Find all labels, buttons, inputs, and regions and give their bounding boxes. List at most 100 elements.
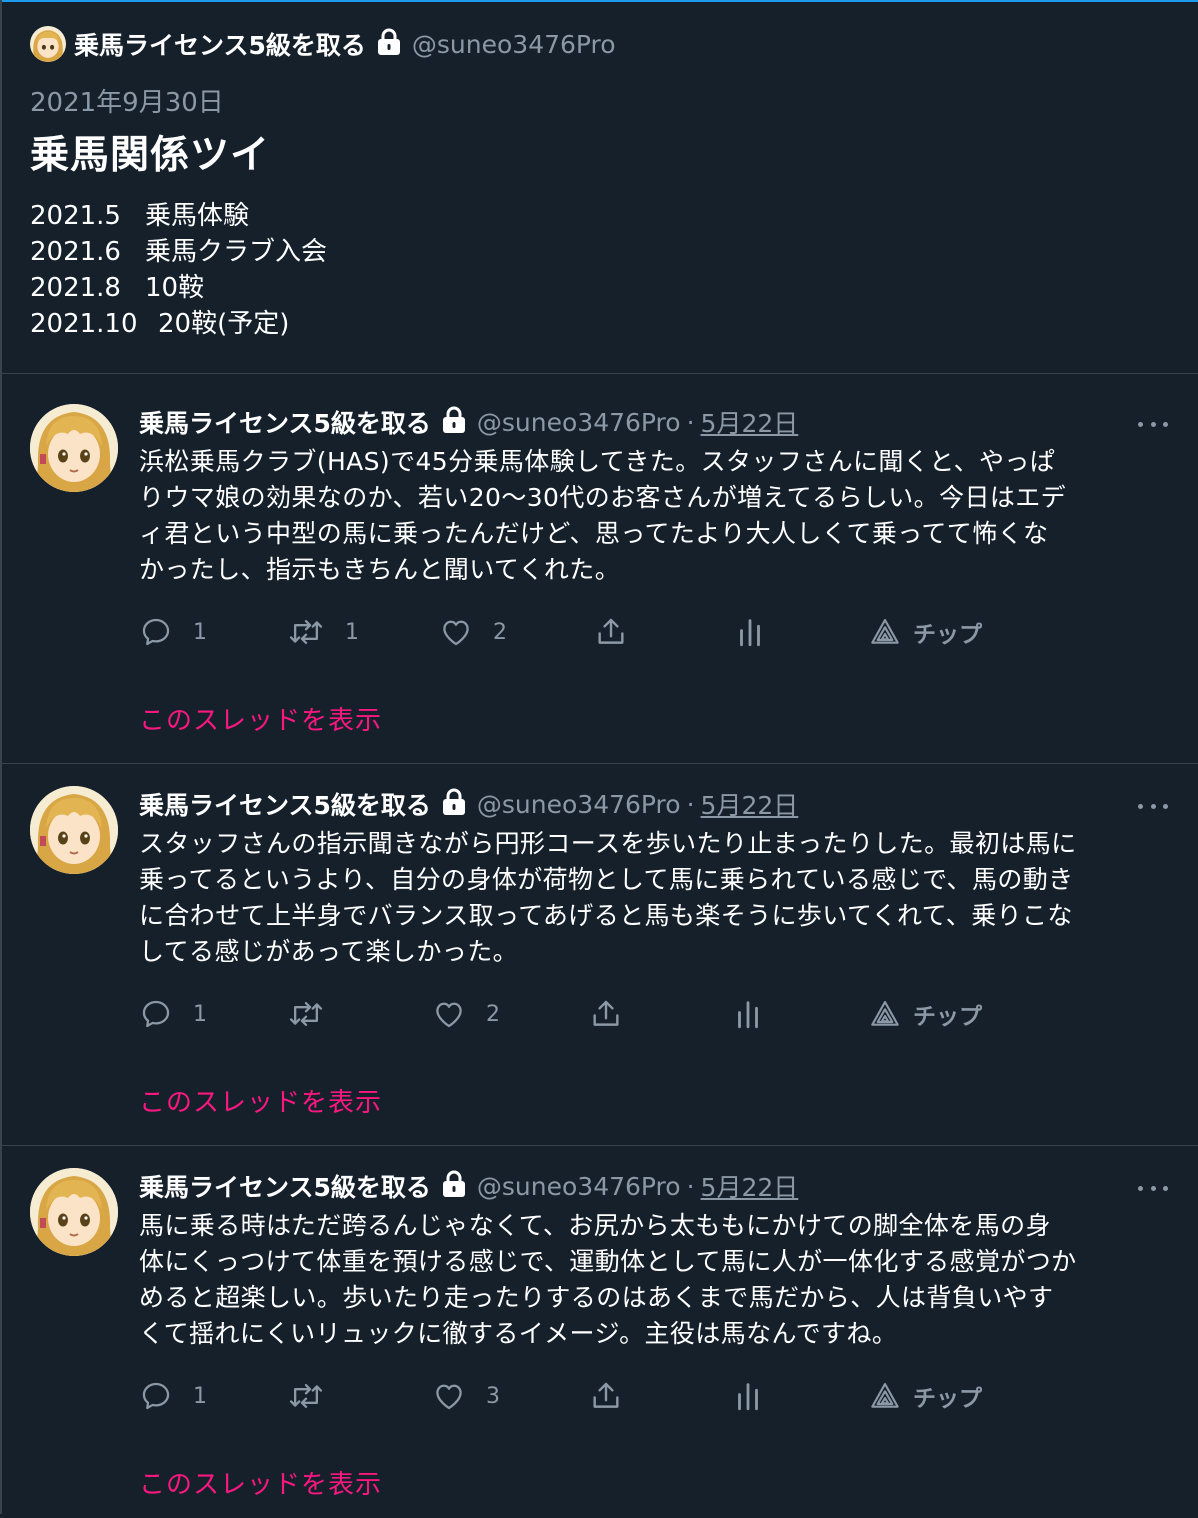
tweet-actions: 1 3 チップ (139, 1378, 1039, 1414)
thread-header: 乗馬ライセンス5級を取る @suneo3476Pro 2021年9月30日 乗馬… (0, 2, 1198, 373)
separator-dot: · (686, 407, 695, 437)
lock-icon (439, 787, 469, 821)
lock-icon (439, 1169, 469, 1203)
tweet-text: 馬に乗る時はただ跨るんじゃなくて、お尻から太ももにかけての脚全体を馬の身 体にく… (139, 1208, 1174, 1352)
timeline-event: 10鞍 (145, 273, 205, 303)
tweet-text-line: してる感じがあって楽しかった。 (139, 937, 519, 966)
avatar[interactable] (30, 404, 118, 492)
tweet-text-line: くて揺れにくいリュックに徹するイメージ。主役は馬なんですね。 (139, 1319, 898, 1348)
author-name[interactable]: 乗馬ライセンス5級を取る (139, 1168, 431, 1204)
tweet-date-link[interactable]: 5月22日 (701, 1168, 799, 1204)
retweet-icon (289, 1001, 323, 1027)
show-thread-link[interactable]: このスレッドを表示 (139, 1464, 382, 1501)
tip-label: チップ (913, 1004, 982, 1030)
analytics-button[interactable] (735, 614, 765, 650)
analytics-icon (740, 619, 760, 647)
tip-label: チップ (913, 1386, 982, 1412)
tweet-text-line: りウマ娘の効果なのか、若い20〜30代のお客さんが増えてるらしい。今日はエデ (139, 483, 1067, 512)
tip-button[interactable]: チップ (869, 1378, 982, 1414)
timeline-item: 2021.8 10鞍 (30, 270, 327, 306)
page-title: 乗馬関係ツイ (30, 133, 271, 178)
timeline-item: 2021.5 乗馬体験 (30, 198, 327, 234)
like-count: 2 (486, 1001, 500, 1027)
timeline-event: 乗馬体験 (145, 201, 250, 231)
tweet-text-line: めると超楽しい。歩いたり走ったりするのはあくまで馬だから、人は背負いやす (139, 1283, 1054, 1312)
author-handle[interactable]: @suneo3476Pro (477, 408, 681, 437)
tip-button[interactable]: チップ (869, 614, 982, 650)
tip-label: チップ (913, 622, 982, 648)
reply-button[interactable]: 1 (139, 996, 207, 1032)
tweet-text-line: ィ君という中型の馬に乗ったんだけど、思ってたより大人しくて乗ってて怖くな (139, 519, 1049, 548)
retweet-count: 1 (345, 619, 359, 645)
tweet-actions: 1 2 チップ (139, 996, 1039, 1032)
tip-button[interactable]: チップ (869, 996, 982, 1032)
tweet-text-line: かったし、指示もきちんと聞いてくれた。 (139, 555, 621, 584)
header-author-handle[interactable]: @suneo3476Pro (412, 30, 616, 59)
reply-count: 1 (193, 619, 207, 645)
timeline-list: 2021.5 乗馬体験 2021.6 乗馬クラブ入会 2021.8 10鞍 2021.… (30, 198, 327, 342)
tip-icon (871, 1382, 899, 1408)
tip-icon (871, 618, 899, 644)
share-button[interactable] (589, 996, 623, 1032)
retweet-icon (289, 1383, 323, 1409)
lock-icon (374, 27, 404, 61)
tip-icon (871, 1000, 899, 1026)
author-name[interactable]: 乗馬ライセンス5級を取る (139, 404, 431, 440)
reply-count: 1 (193, 1383, 207, 1409)
tweet[interactable]: 乗馬ライセンス5級を取る @suneo3476Pro · 5月22日 スタッフさ… (0, 756, 1198, 1136)
header-author-name[interactable]: 乗馬ライセンス5級を取る (74, 26, 366, 62)
analytics-button[interactable] (733, 996, 763, 1032)
timeline-year: 2021.10 (30, 309, 138, 339)
timeline-year: 2021.8 (30, 273, 121, 303)
lock-icon (439, 405, 469, 439)
timeline-year: 2021.6 (30, 237, 121, 267)
separator-dot: · (686, 789, 695, 819)
tweet[interactable]: 乗馬ライセンス5級を取る @suneo3476Pro · 5月22日 馬に乗る時… (0, 1138, 1198, 1518)
analytics-button[interactable] (733, 1378, 763, 1414)
like-button[interactable]: 2 (432, 996, 500, 1032)
reply-count: 1 (193, 1001, 207, 1027)
author-name[interactable]: 乗馬ライセンス5級を取る (139, 786, 431, 822)
tweet-actions: 1 1 2 チップ (139, 614, 1039, 650)
heart-icon (443, 620, 469, 646)
timeline-item: 2021.10 20鞍(予定) (30, 306, 327, 342)
more-icon[interactable] (1138, 1178, 1168, 1198)
author-handle[interactable]: @suneo3476Pro (477, 790, 681, 819)
show-thread-link[interactable]: このスレッドを表示 (139, 1082, 382, 1119)
tweet-date-link[interactable]: 5月22日 (701, 786, 799, 822)
retweet-button[interactable]: 1 (287, 614, 359, 650)
tweet-date-link[interactable]: 5月22日 (701, 404, 799, 440)
header-author[interactable]: 乗馬ライセンス5級を取る @suneo3476Pro (30, 26, 616, 62)
share-button[interactable] (594, 614, 628, 650)
like-button[interactable]: 3 (432, 1378, 500, 1414)
reply-button[interactable]: 1 (139, 1378, 207, 1414)
timeline-year: 2021.5 (30, 201, 121, 231)
avatar[interactable] (30, 786, 118, 874)
tweet-text-line: 体にくっつけて体重を預ける感じで、運動体として馬に人が一体化する感覚がつか (139, 1247, 1077, 1276)
heart-icon (436, 1002, 462, 1028)
reply-icon (142, 1000, 170, 1028)
reply-icon (142, 618, 170, 646)
tweet-text: 浜松乗馬クラブ(HAS)で45分乗馬体験してきた。スタッフさんに聞くと、やっぱ … (139, 444, 1174, 588)
share-icon (593, 1000, 619, 1026)
tweet-text-line: 浜松乗馬クラブ(HAS)で45分乗馬体験してきた。スタッフさんに聞くと、やっぱ (139, 447, 1056, 476)
like-button[interactable]: 2 (439, 614, 507, 650)
tweet-header: 乗馬ライセンス5級を取る @suneo3476Pro · 5月22日 (139, 786, 798, 822)
avatar[interactable] (30, 1168, 118, 1256)
retweet-button[interactable] (287, 996, 345, 1032)
header-avatar[interactable] (30, 26, 66, 62)
tweet-text-line: 乗ってるというより、自分の身体が荷物として馬に乗られている感じで、馬の動き (139, 865, 1074, 894)
more-icon[interactable] (1138, 796, 1168, 816)
show-thread-link[interactable]: このスレッドを表示 (139, 700, 382, 737)
tweet[interactable]: 乗馬ライセンス5級を取る @suneo3476Pro · 5月22日 浜松乗馬ク… (0, 374, 1198, 754)
more-icon[interactable] (1138, 414, 1168, 434)
header-date: 2021年9月30日 (30, 88, 224, 118)
like-count: 2 (493, 619, 507, 645)
reply-button[interactable]: 1 (139, 614, 207, 650)
tweet-header: 乗馬ライセンス5級を取る @suneo3476Pro · 5月22日 (139, 1168, 798, 1204)
share-button[interactable] (589, 1378, 623, 1414)
analytics-icon (738, 1383, 758, 1411)
retweet-button[interactable] (287, 1378, 345, 1414)
tweet-header: 乗馬ライセンス5級を取る @suneo3476Pro · 5月22日 (139, 404, 798, 440)
author-handle[interactable]: @suneo3476Pro (477, 1172, 681, 1201)
